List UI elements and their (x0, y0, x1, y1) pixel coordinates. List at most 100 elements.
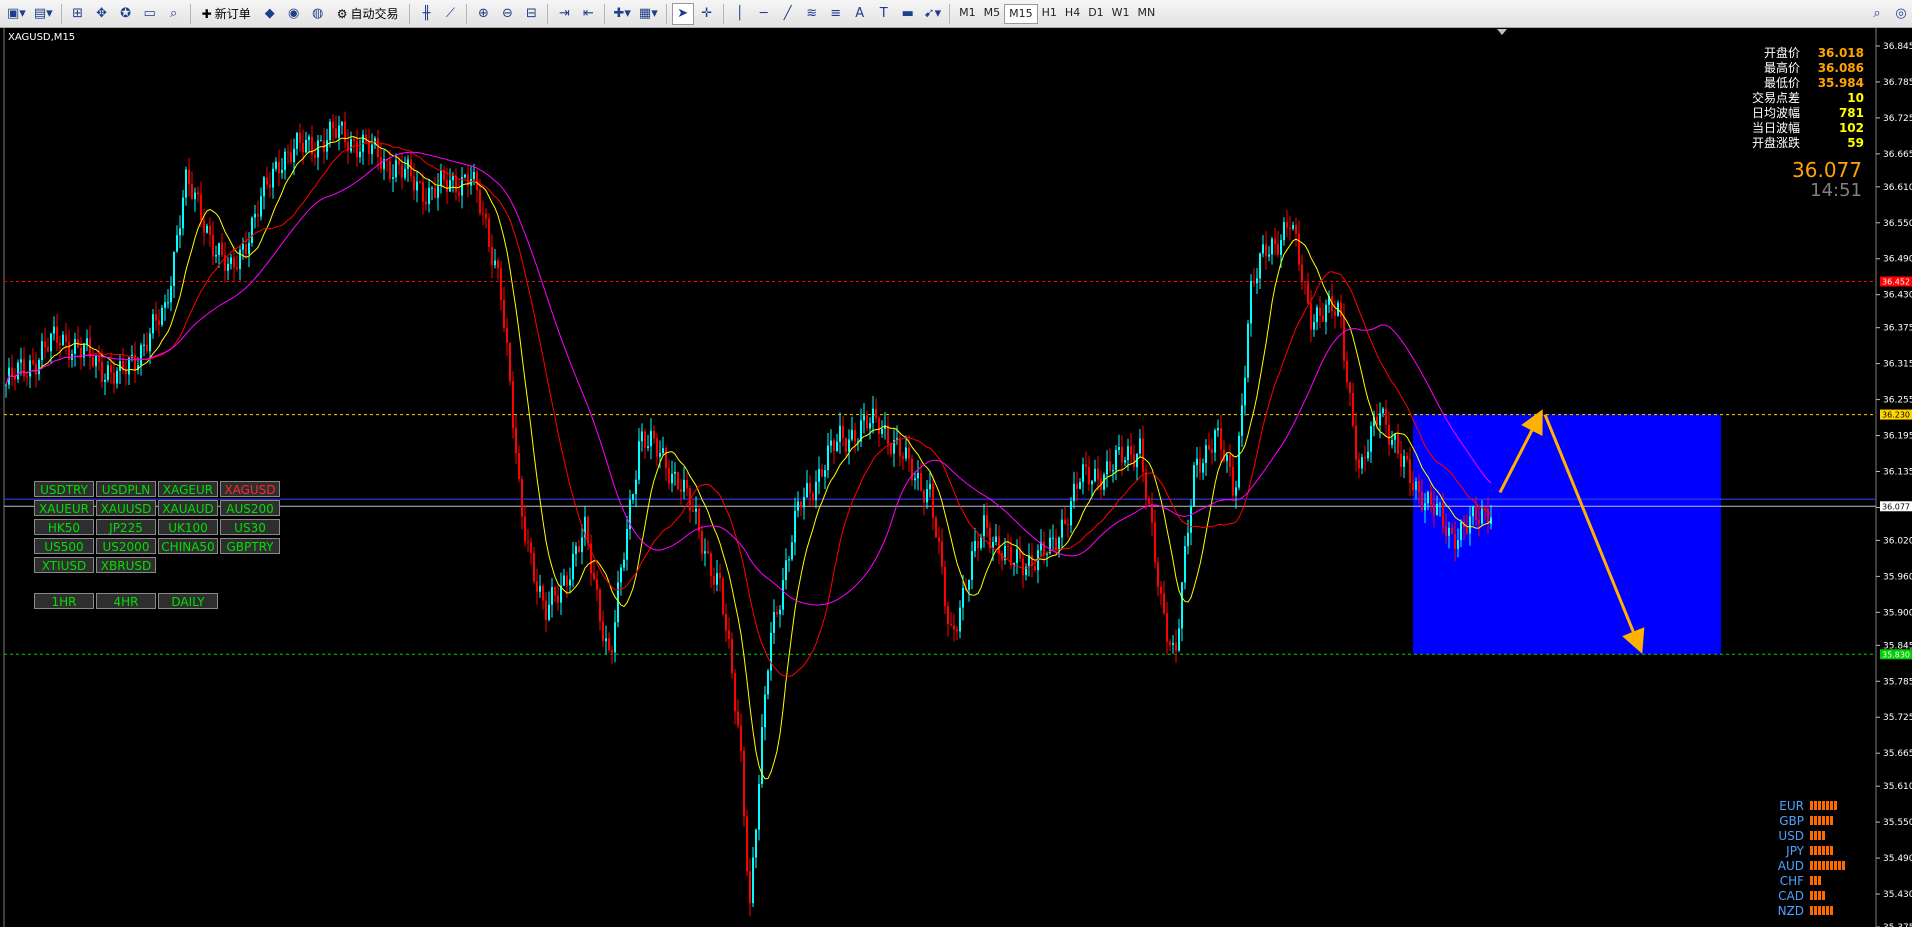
new-order-button[interactable]: ✚ 新订单 (196, 3, 257, 25)
new-chart-icon[interactable]: ▣▾ (4, 3, 29, 25)
trendline-icon[interactable]: ╱ (777, 3, 799, 25)
candle-body (1229, 454, 1231, 467)
timeframe-m5[interactable]: M5 (980, 4, 1005, 22)
strength-bar (1818, 846, 1821, 855)
templates-icon[interactable]: ▦▾ (636, 3, 661, 25)
strength-bars (1810, 831, 1825, 840)
candle-body (1460, 522, 1462, 541)
symbol-button-xtiusd[interactable]: XTIUSD (34, 557, 94, 573)
navigator-icon[interactable]: ✪ (115, 3, 137, 25)
chart-shift-icon[interactable]: ⇤ (577, 3, 599, 25)
fibonacci-icon[interactable]: ≡ (825, 3, 847, 25)
symbol-button-uk100[interactable]: UK100 (158, 519, 218, 535)
symbol-button-xauusd[interactable]: XAUUSD (96, 500, 156, 516)
crosshair-icon[interactable]: ✛ (696, 3, 718, 25)
candle-body (392, 177, 394, 179)
price-chart[interactable]: 36.845 36.785 36.725 36.665 36.610 36.550 36.4… (0, 28, 1912, 927)
symbol-button-us2000[interactable]: US2000 (96, 538, 156, 554)
timeframe-h4[interactable]: H4 (1061, 4, 1084, 22)
candle-body (476, 171, 478, 190)
symbol-button-xagusd[interactable]: XAGUSD (220, 481, 280, 497)
candle-body (17, 362, 19, 380)
terminal-icon[interactable]: ▭ (139, 3, 161, 25)
symbol-button-xauaud[interactable]: XAUAUD (158, 500, 218, 516)
candle-body (128, 357, 130, 375)
profiles-icon[interactable]: ▤▾ (31, 3, 56, 25)
timeframe-button-1hr[interactable]: 1HR (34, 593, 94, 609)
vertical-line-icon[interactable]: │ (729, 3, 751, 25)
candle-body (65, 334, 67, 342)
candle-body (1172, 642, 1174, 645)
timeframe-m15[interactable]: M15 (1004, 3, 1038, 24)
timeframe-mn[interactable]: MN (1134, 4, 1160, 22)
candle-body (32, 360, 34, 364)
symbol-button-usdtry[interactable]: USDTRY (34, 481, 94, 497)
bar-chart-icon[interactable]: ╫ (415, 3, 437, 25)
symbol-button-hk50[interactable]: HK50 (34, 519, 94, 535)
candle-body (41, 341, 43, 361)
candle-body (449, 180, 451, 192)
symbol-button-us500[interactable]: US500 (34, 538, 94, 554)
rectangle-icon[interactable]: ▬ (897, 3, 919, 25)
price-axis-label: 36.610 (1883, 183, 1912, 193)
chart-shift-marker[interactable] (1497, 29, 1507, 35)
candle-body (740, 725, 742, 751)
symbol-button-usdpln[interactable]: USDPLN (96, 481, 156, 497)
candle-body (776, 612, 778, 615)
symbol-button-china50[interactable]: CHINA50 (158, 538, 218, 554)
symbol-button-xaueur[interactable]: XAUEUR (34, 500, 94, 516)
candle-body (161, 307, 163, 325)
timeframe-button-daily[interactable]: DAILY (158, 593, 218, 609)
search-icon[interactable]: ⌕ (1866, 3, 1888, 25)
arrows-icon[interactable]: ➹▾ (921, 3, 944, 25)
data-window-icon[interactable]: ✥ (91, 3, 113, 25)
symbol-button-gbptry[interactable]: GBPTRY (220, 538, 280, 554)
auto-trading-button[interactable]: ⚙ 自动交易 (331, 3, 405, 25)
horizontal-line-icon[interactable]: ─ (753, 3, 775, 25)
tile-windows-icon[interactable]: ⊟ (520, 3, 542, 25)
strength-bar (1818, 876, 1821, 885)
timeframe-m1[interactable]: M1 (955, 4, 980, 22)
toolbar-divider (189, 3, 191, 24)
timeframe-w1[interactable]: W1 (1108, 4, 1134, 22)
candle-body (599, 589, 601, 622)
zoom-in-icon[interactable]: ⊕ (472, 3, 494, 25)
indicators-icon[interactable]: ✚▾ (610, 3, 633, 25)
currency-name: GBP (1779, 813, 1804, 828)
currency-row: USD (1760, 828, 1845, 843)
candle-body (251, 217, 253, 243)
symbol-button-aus200[interactable]: AUS200 (220, 500, 280, 516)
toolbar-divider (604, 3, 606, 24)
zoom-out-icon[interactable]: ⊖ (496, 3, 518, 25)
strength-bar (1822, 861, 1825, 870)
candle-body (647, 446, 649, 448)
strength-bar (1818, 906, 1821, 915)
candle-body (206, 225, 208, 233)
auto-scroll-icon[interactable]: ⇥ (553, 3, 575, 25)
candle-body (1259, 253, 1261, 279)
symbol-button-xbrusd[interactable]: XBRUSD (96, 557, 156, 573)
cursor-icon[interactable]: ➤ (671, 2, 694, 25)
candle-body (902, 456, 904, 459)
timeframe-button-4hr[interactable]: 4HR (96, 593, 156, 609)
globe-icon[interactable]: ◍ (307, 3, 329, 25)
market-watch-icon[interactable]: ⊞ (67, 3, 89, 25)
strategy-tester-icon[interactable]: ⌕ (163, 3, 185, 25)
candle-body (503, 300, 505, 328)
symbol-button-xageur[interactable]: XAGEUR (158, 481, 218, 497)
line-chart-icon[interactable]: ⟋ (439, 3, 461, 25)
signals-icon[interactable]: ◉ (283, 3, 305, 25)
candle-body (266, 177, 268, 185)
text-label-icon[interactable]: T (873, 3, 895, 25)
timeframe-d1[interactable]: D1 (1084, 4, 1107, 22)
candle-body (419, 181, 421, 183)
timeframe-h1[interactable]: H1 (1038, 4, 1061, 22)
symbol-button-us30[interactable]: US30 (220, 519, 280, 535)
text-icon[interactable]: A (849, 3, 871, 25)
candle-body (1076, 483, 1078, 489)
blue-zone-rect (1413, 414, 1721, 655)
symbol-button-jp225[interactable]: JP225 (96, 519, 156, 535)
community-icon[interactable]: ◎ (1890, 3, 1912, 25)
equidistant-channel-icon[interactable]: ≋ (801, 3, 823, 25)
metaeditor-icon[interactable]: ◆ (259, 3, 281, 25)
